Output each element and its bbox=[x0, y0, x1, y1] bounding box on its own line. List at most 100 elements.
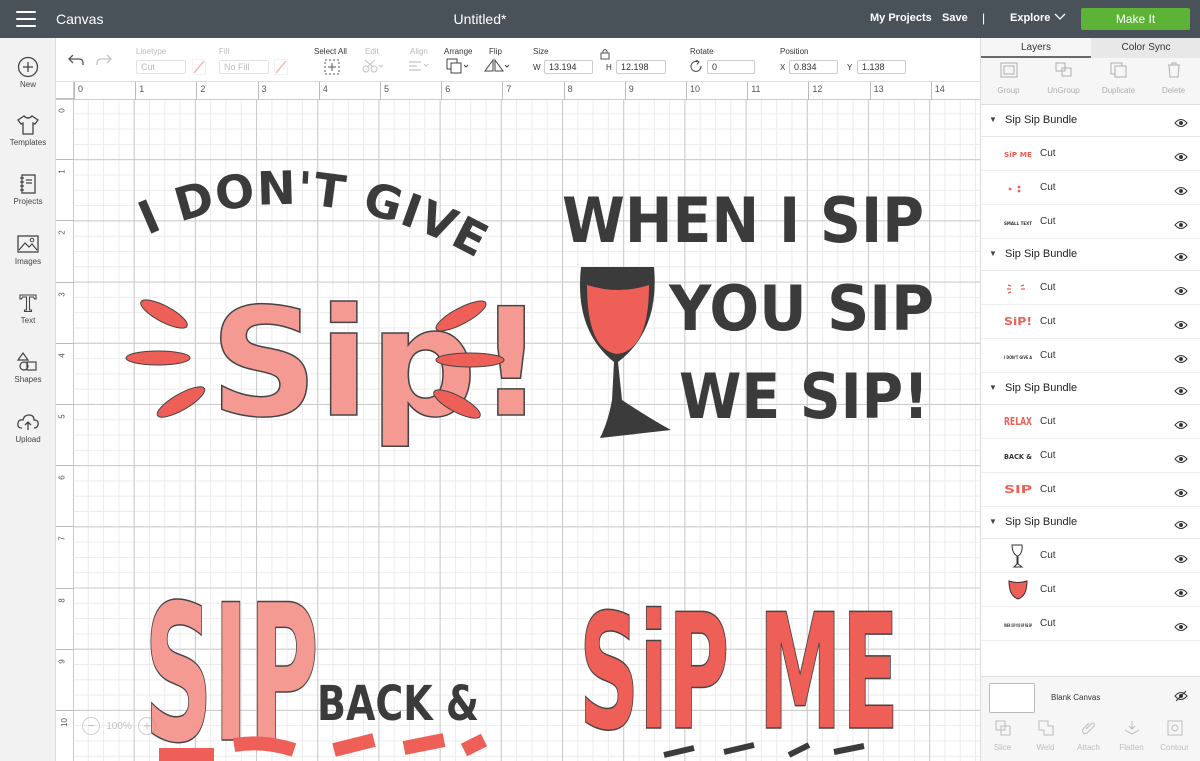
eye-icon[interactable] bbox=[1174, 551, 1188, 569]
sidebar-item-templates[interactable]: Templates bbox=[0, 114, 56, 147]
width-input[interactable]: 13.194 bbox=[544, 60, 593, 74]
fill-color-swatch-icon[interactable] bbox=[274, 59, 288, 75]
layer-group-header[interactable]: ▼ Sip Sip Bundle bbox=[981, 239, 1200, 271]
eye-icon[interactable] bbox=[1174, 619, 1188, 637]
collapse-triangle-icon[interactable]: ▼ bbox=[989, 115, 997, 124]
sidebar-item-projects[interactable]: Projects bbox=[0, 173, 56, 206]
sidebar-item-shapes[interactable]: Shapes bbox=[0, 351, 56, 384]
lock-icon[interactable] bbox=[600, 48, 610, 60]
layer-row[interactable]: WHEN I SIP YOU SIP WE SIP Cut bbox=[981, 607, 1200, 641]
group-button[interactable]: Group bbox=[981, 62, 1036, 95]
tab-layers[interactable]: Layers bbox=[981, 38, 1091, 58]
flatten-button[interactable]: Flatten bbox=[1110, 720, 1153, 752]
layer-row[interactable]: SiP ME Cut bbox=[981, 137, 1200, 171]
eye-icon[interactable] bbox=[1174, 183, 1188, 201]
eye-icon[interactable] bbox=[1174, 249, 1188, 267]
eye-icon[interactable] bbox=[1174, 485, 1188, 503]
collapse-triangle-icon[interactable]: ▼ bbox=[989, 383, 997, 392]
layer-row[interactable]: I DON'T GIVE A Cut bbox=[981, 339, 1200, 373]
collapse-triangle-icon[interactable]: ▼ bbox=[989, 517, 997, 526]
document-title[interactable]: Untitled* bbox=[0, 11, 960, 27]
rotate-input[interactable]: 0 bbox=[707, 60, 755, 74]
sidebar-item-new[interactable]: New bbox=[0, 56, 56, 89]
eye-icon[interactable] bbox=[1174, 383, 1188, 401]
duplicate-button[interactable]: Duplicate bbox=[1091, 62, 1146, 95]
fill-select[interactable]: No Fill bbox=[219, 60, 269, 74]
ruler-left-label: 2 bbox=[57, 230, 67, 236]
eye-off-icon[interactable] bbox=[1174, 690, 1188, 702]
ruler-top-tick bbox=[930, 82, 932, 100]
x-position-input[interactable]: 0.834 bbox=[789, 60, 838, 74]
blank-canvas-row[interactable]: Blank Canvas bbox=[981, 676, 1200, 716]
panel-tabs: Layers Color Sync bbox=[981, 38, 1200, 58]
eye-icon[interactable] bbox=[1174, 115, 1188, 133]
x-label: X bbox=[780, 63, 786, 72]
rotate-icon[interactable] bbox=[690, 60, 703, 73]
eye-icon[interactable] bbox=[1174, 217, 1188, 235]
layer-row[interactable]: BACK & Cut bbox=[981, 439, 1200, 473]
ruler-top-tick bbox=[135, 82, 137, 100]
slice-button[interactable]: Slice bbox=[981, 720, 1024, 752]
layer-group-header[interactable]: ▼ Sip Sip Bundle bbox=[981, 373, 1200, 405]
layer-operation-label: Cut bbox=[1040, 484, 1056, 495]
height-input[interactable]: 12.198 bbox=[616, 60, 666, 74]
align-icon[interactable] bbox=[408, 60, 430, 72]
layer-row[interactable]: SMALL TEXT Cut bbox=[981, 205, 1200, 239]
layer-row[interactable]: RELAX Cut bbox=[981, 405, 1200, 439]
design-sip-me[interactable]: SiP ME bbox=[578, 578, 900, 761]
sidebar-item-text[interactable]: Text bbox=[0, 292, 56, 325]
select-all-icon[interactable] bbox=[324, 59, 340, 75]
weld-button[interactable]: Weld bbox=[1024, 720, 1067, 752]
layer-row[interactable]: Cut bbox=[981, 271, 1200, 305]
ungroup-button[interactable]: UnGroup bbox=[1036, 62, 1091, 95]
layer-row[interactable]: Cut bbox=[981, 573, 1200, 607]
sidebar-item-upload[interactable]: Upload bbox=[0, 411, 56, 444]
attach-button[interactable]: Attach bbox=[1067, 720, 1110, 752]
chevron-down-icon[interactable] bbox=[1054, 11, 1066, 24]
sidebar-item-images[interactable]: Images bbox=[0, 233, 56, 266]
eye-icon[interactable] bbox=[1174, 585, 1188, 603]
design-when-i-sip[interactable]: WHEN I SIP YOU SIP WE SIP! bbox=[562, 184, 934, 438]
eye-icon[interactable] bbox=[1174, 351, 1188, 369]
contour-button[interactable]: Contour bbox=[1153, 720, 1196, 752]
design-sip-back-relax[interactable]: SIP BACK & bbox=[143, 563, 488, 761]
layers-panel: Layers Color Sync Group UnGroup Duplicat… bbox=[980, 38, 1200, 761]
flip-icon[interactable] bbox=[484, 58, 510, 74]
eye-icon[interactable] bbox=[1174, 517, 1188, 535]
explore-dropdown[interactable]: Explore bbox=[1010, 12, 1050, 24]
layer-group-header[interactable]: ▼ Sip Sip Bundle bbox=[981, 507, 1200, 539]
collapse-triangle-icon[interactable]: ▼ bbox=[989, 249, 997, 258]
layer-row[interactable]: Cut bbox=[981, 539, 1200, 573]
zoom-in-button[interactable]: + bbox=[138, 717, 156, 735]
eye-icon[interactable] bbox=[1174, 149, 1188, 167]
blank-canvas-swatch[interactable] bbox=[989, 683, 1035, 713]
ruler-left-label: 6 bbox=[57, 475, 67, 480]
zoom-out-button[interactable]: − bbox=[82, 717, 100, 735]
y-position-input[interactable]: 1.138 bbox=[857, 60, 906, 74]
ruler-top-tick bbox=[808, 82, 810, 100]
layer-row[interactable]: SIP Cut bbox=[981, 473, 1200, 507]
eye-icon[interactable] bbox=[1174, 417, 1188, 435]
linetype-color-swatch-icon[interactable] bbox=[192, 59, 206, 75]
design-i-dont-give-a-sip[interactable]: I DON'T GIVE A Sip! bbox=[74, 100, 546, 452]
zoom-control: − 100% + bbox=[82, 716, 156, 736]
eye-icon[interactable] bbox=[1174, 317, 1188, 335]
layer-row[interactable]: Cut bbox=[981, 171, 1200, 205]
delete-button[interactable]: Delete bbox=[1146, 62, 1200, 95]
eye-icon[interactable] bbox=[1174, 451, 1188, 469]
cloud-upload-icon bbox=[17, 414, 39, 430]
my-projects-link[interactable]: My Projects bbox=[870, 12, 932, 24]
undo-icon[interactable] bbox=[68, 54, 84, 66]
scissors-icon[interactable] bbox=[362, 59, 384, 73]
tab-color-sync[interactable]: Color Sync bbox=[1091, 38, 1200, 58]
linetype-select[interactable]: Cut bbox=[136, 60, 186, 74]
layer-group-header[interactable]: ▼ Sip Sip Bundle bbox=[981, 105, 1200, 137]
design-canvas[interactable]: I DON'T GIVE A Sip! WHEN I SIP YOU SIP W… bbox=[74, 100, 980, 761]
make-it-button[interactable]: Make It bbox=[1081, 8, 1190, 30]
redo-icon[interactable] bbox=[96, 54, 112, 66]
save-button[interactable]: Save bbox=[942, 12, 968, 24]
layer-row[interactable]: SiP! Cut bbox=[981, 305, 1200, 339]
arrange-icon[interactable] bbox=[446, 58, 470, 74]
eye-icon[interactable] bbox=[1174, 283, 1188, 301]
ruler-top-tick bbox=[869, 82, 871, 100]
